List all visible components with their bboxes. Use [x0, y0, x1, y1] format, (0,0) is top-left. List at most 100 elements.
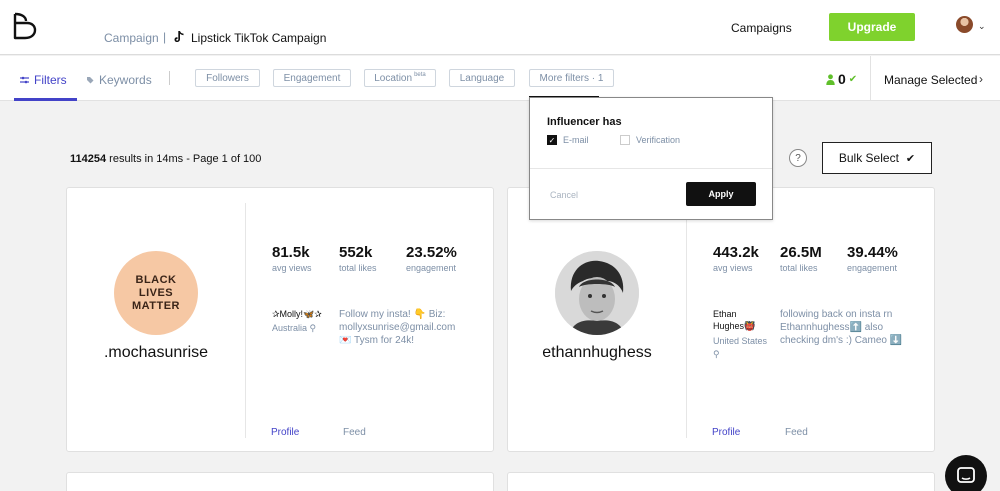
stat-label: avg views: [713, 263, 753, 273]
stat-label: engagement: [847, 263, 898, 273]
influencer-username[interactable]: ethannhughess: [508, 344, 686, 362]
filter-chip-engagement[interactable]: Engagement: [273, 69, 351, 87]
influencer-avatar[interactable]: BLACK LIVES MATTER: [114, 251, 198, 335]
influencer-avatar[interactable]: [555, 251, 639, 335]
stat-label: avg views: [272, 263, 312, 273]
stat-label: total likes: [339, 263, 377, 273]
location-label: United States: [713, 336, 768, 346]
brand-logo-icon[interactable]: [12, 12, 38, 40]
active-tab-indicator: [14, 98, 77, 101]
breadcrumb-campaign-link[interactable]: Campaign: [104, 31, 159, 45]
card-identity: ethannhughess: [508, 188, 686, 451]
popup-title: Influencer has: [547, 116, 622, 128]
filter-chip-location[interactable]: Location beta: [364, 69, 436, 87]
profile-link[interactable]: Profile: [712, 427, 740, 438]
help-icon[interactable]: ?: [789, 149, 807, 167]
avatar-text: LIVES: [138, 287, 174, 299]
tab-filters-label: Filters: [34, 73, 67, 87]
checkmark-icon: ✔: [905, 152, 916, 165]
stat-value: 26.5M: [780, 244, 822, 261]
results-count: 114254: [70, 153, 107, 165]
tag-icon: [87, 77, 94, 84]
nav-campaigns-link[interactable]: Campaigns: [731, 21, 792, 35]
filter-bar: Filters Keywords Followers Engagement Lo…: [0, 56, 1000, 101]
influencer-card[interactable]: ethannhughess 443.2k avg views 26.5M tot…: [507, 187, 935, 452]
location-pin-icon: ⚲: [713, 349, 720, 359]
influencer-display-name: Ethan Hughes👹: [713, 309, 756, 331]
divider: [530, 168, 772, 169]
tab-filters[interactable]: Filters: [20, 73, 67, 87]
stat-avg-views: 443.2k avg views: [713, 244, 759, 273]
email-checkbox[interactable]: ✓ E-mail: [547, 135, 589, 145]
avatar-photo: [555, 251, 639, 335]
apply-button[interactable]: Apply: [686, 182, 756, 206]
card-divider: [686, 203, 687, 438]
divider: [870, 56, 871, 101]
top-header: Campaign | Lipstick TikTok Campaign Camp…: [0, 0, 1000, 55]
tiktok-icon: [174, 31, 184, 42]
selected-count-value: 0: [838, 71, 846, 87]
results-text: results in 14ms - Page 1 of 100: [106, 153, 262, 165]
location-label: Australia: [272, 323, 308, 333]
breadcrumb-separator: |: [163, 30, 167, 44]
feed-link[interactable]: Feed: [785, 427, 808, 438]
avatar-text: MATTER: [131, 300, 180, 312]
divider: [169, 71, 170, 85]
stat-value: 443.2k: [713, 244, 759, 261]
location-pin-icon: ⚲: [309, 323, 317, 333]
stat-total-likes: 552k total likes: [339, 244, 377, 273]
sliders-icon: [20, 76, 29, 84]
bulk-select-button[interactable]: Bulk Select ✔: [822, 142, 932, 174]
stat-engagement: 39.44% engagement: [847, 244, 898, 273]
checkbox-label: E-mail: [563, 135, 589, 145]
filter-chip-language[interactable]: Language: [449, 69, 515, 87]
breadcrumb-current: Lipstick TikTok Campaign: [191, 31, 327, 45]
chevron-right-icon[interactable]: ›: [979, 72, 983, 86]
feed-link[interactable]: Feed: [343, 427, 366, 438]
influencer-bio: Follow my insta! 👇 Biz: mollyxsunrise@gm…: [339, 309, 456, 346]
card-identity: BLACK LIVES MATTER .mochasunrise: [67, 188, 245, 451]
person-icon: [826, 73, 835, 85]
stat-engagement: 23.52% engagement: [406, 244, 457, 273]
check-icon: ✔: [848, 73, 858, 85]
stat-value: 39.44%: [847, 244, 898, 261]
influencer-location: Australia ⚲: [272, 323, 316, 334]
filter-chip-followers[interactable]: Followers: [195, 69, 260, 87]
manage-selected-button[interactable]: Manage Selected: [884, 73, 977, 87]
stat-label: total likes: [780, 263, 818, 273]
chat-icon: [957, 467, 975, 483]
stat-value: 81.5k: [272, 244, 310, 261]
more-filters-popup: Influencer has ✓ E-mail Verification Can…: [529, 97, 773, 220]
profile-link[interactable]: Profile: [271, 427, 299, 438]
influencer-card[interactable]: BLACK LIVES MATTER .mochasunrise 81.5k a…: [66, 187, 494, 452]
influencer-display-name: ✰Molly!🦋✰: [272, 309, 322, 319]
checkbox-unchecked-icon[interactable]: [620, 135, 630, 145]
stat-avg-views: 81.5k avg views: [272, 244, 312, 273]
chip-label: Followers: [206, 72, 249, 84]
avatar-text: BLACK: [135, 274, 177, 286]
influencer-location: United States ⚲: [713, 335, 778, 361]
checkbox-checked-icon[interactable]: ✓: [547, 135, 557, 145]
influencer-bio: following back on insta rn Ethannhughess…: [780, 309, 903, 346]
chat-launcher-button[interactable]: [945, 455, 987, 491]
selected-count: 0 ✔: [826, 71, 857, 87]
chip-label: Language: [459, 72, 505, 84]
results-summary: 114254 results in 14ms - Page 1 of 100: [70, 153, 261, 165]
verification-checkbox[interactable]: Verification: [620, 135, 680, 145]
card-divider: [245, 203, 246, 438]
chip-label: More filters · 1: [539, 72, 604, 84]
cancel-button[interactable]: Cancel: [550, 190, 578, 200]
filter-chip-more-filters[interactable]: More filters · 1: [529, 69, 614, 87]
influencer-card[interactable]: [507, 472, 935, 491]
bulk-select-label: Bulk Select: [838, 151, 899, 165]
chevron-down-icon[interactable]: ⌄: [978, 21, 986, 32]
checkbox-label: Verification: [636, 135, 681, 145]
tab-keywords[interactable]: Keywords: [86, 73, 152, 87]
influencer-username[interactable]: .mochasunrise: [67, 344, 245, 362]
upgrade-button[interactable]: Upgrade: [829, 13, 915, 41]
chip-label: Engagement: [283, 72, 341, 84]
influencer-card[interactable]: [66, 472, 494, 491]
user-avatar[interactable]: [956, 16, 973, 33]
stat-total-likes: 26.5M total likes: [780, 244, 822, 273]
stat-value: 552k: [339, 244, 373, 261]
